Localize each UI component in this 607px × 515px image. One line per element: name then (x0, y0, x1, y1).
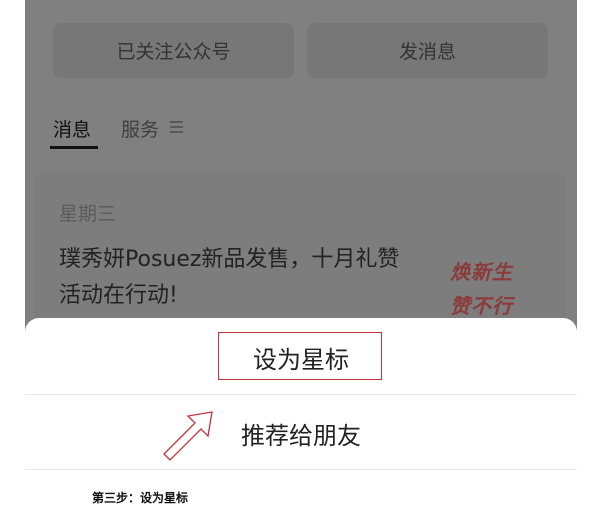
followed-account-label: 已关注公众号 (116, 41, 231, 63)
tab-active-indicator (50, 146, 98, 149)
send-message-label: 发消息 (398, 41, 456, 63)
thumbnail-text-line: 赞不行 (450, 294, 513, 318)
arrow-up-right-icon (163, 411, 213, 461)
tab-services[interactable]: 服务 (121, 115, 159, 142)
divider (25, 394, 577, 395)
menu-lines-icon (170, 121, 183, 133)
phone-screen: 已关注公众号 发消息 消息 服务 星期三 璞秀妍Posuez新品发售，十月礼赞活… (25, 0, 577, 470)
action-sheet: 设为星标 推荐给朋友 (25, 318, 577, 470)
card-title[interactable]: 璞秀妍Posuez新品发售，十月礼赞活动在行动! (59, 242, 419, 314)
tab-messages[interactable]: 消息 (53, 115, 91, 142)
highlight-box (218, 332, 382, 380)
recommend-to-friend-button[interactable]: 推荐给朋友 (25, 416, 577, 451)
divider (25, 469, 577, 470)
thumbnail-text-line: 焕新生 (450, 260, 513, 284)
send-message-button[interactable]: 发消息 (307, 23, 548, 78)
step-caption: 第三步：设为星标 (92, 491, 189, 505)
card-date: 星期三 (59, 203, 117, 225)
followed-account-button[interactable]: 已关注公众号 (53, 23, 294, 78)
